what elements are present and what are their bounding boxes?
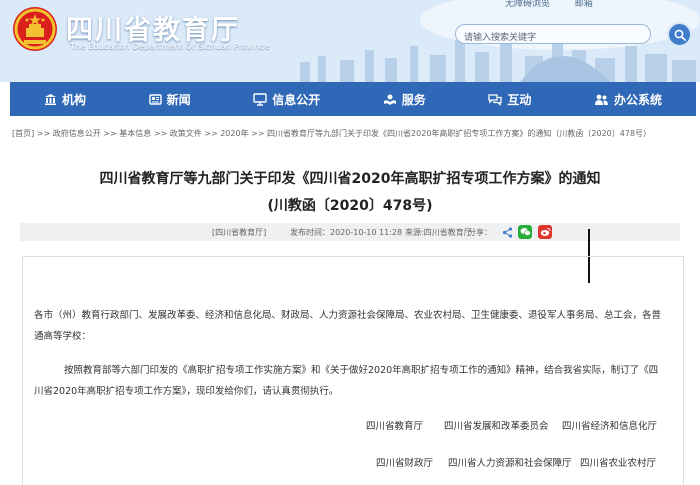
users-icon	[594, 94, 608, 105]
meta-source: [四川省教育厅]	[212, 228, 267, 237]
article-body-paragraph: 按照教育部等六部门印发的《高职扩招专项工作实施方案》和《关于做好2020年高职扩…	[34, 365, 659, 397]
nav-label: 新闻	[166, 92, 191, 107]
chat-icon	[488, 93, 503, 106]
nav-label: 机构	[62, 92, 87, 107]
search-input[interactable]	[456, 29, 650, 47]
mailbox-link[interactable]: 邮箱	[575, 0, 593, 9]
service-icon	[383, 94, 396, 105]
nav-item-news[interactable]: 新闻	[148, 91, 191, 108]
monitor-icon	[253, 92, 267, 106]
nav-item-info-disclosure[interactable]: 信息公开	[253, 91, 320, 108]
main-nav: 机构 新闻 信息公开 服务 互动 办公系统	[10, 82, 696, 116]
nav-label: 互动	[507, 92, 532, 107]
wechat-share-icon[interactable]	[518, 225, 532, 239]
page-title: 四川省教育厅等九部门关于印发《四川省2020年高职扩招专项工作方案》的通知	[99, 171, 601, 187]
nav-label: 服务	[401, 92, 426, 107]
nav-label: 信息公开	[272, 92, 321, 107]
breadcrumb[interactable]: [首页] >> 政府信息公开 >> 基本信息 >> 政策文件 >> 2020年 …	[12, 128, 651, 139]
nav-label: 办公系统	[613, 92, 662, 107]
signatory: 四川省人力资源和社会保障厅	[448, 458, 572, 469]
signatory: 四川省发展和改革委员会	[444, 421, 549, 432]
signatory: 四川省教育厅	[366, 421, 424, 432]
meta-publish-date: 发布时间：2020-10-10 11:28	[290, 228, 403, 237]
accessibility-link[interactable]: 无障碍浏览	[505, 0, 550, 9]
article-addressee: 各市（州）教育行政部门、发展改革委、经济和信息化局、财政局、人力资源社会保障局、…	[34, 310, 662, 342]
signatory: 四川省农业农村厅	[580, 458, 657, 469]
weibo-share-icon[interactable]	[538, 225, 552, 239]
newspaper-icon	[148, 93, 162, 105]
share-icon[interactable]	[500, 225, 514, 239]
search-box	[455, 24, 651, 47]
national-emblem-icon	[13, 7, 57, 51]
site-header: 四川省教育厅 The Education Department Of Sichu…	[0, 0, 700, 82]
signatory: 四川省经济和信息化厅	[562, 421, 658, 432]
meta-share-label: 分享：	[468, 228, 492, 237]
search-button[interactable]	[667, 22, 692, 47]
page-title-doc-number: (川教函〔2020〕478号)	[267, 198, 433, 214]
signatory: 四川省财政厅	[376, 458, 434, 469]
article-meta-bar: [四川省教育厅] 发布时间：2020-10-10 11:28 来源:四川省教育厅…	[20, 223, 680, 241]
building-icon	[45, 93, 56, 105]
search-icon	[674, 29, 686, 41]
nav-item-interaction[interactable]: 互动	[488, 91, 531, 108]
top-links: 无障碍浏览 邮箱	[505, 0, 615, 9]
meta-origin: 来源:四川省教育厅	[405, 228, 472, 237]
site-subtitle: The Education Department Of Sichuan Prov…	[70, 42, 270, 51]
nav-item-institutions[interactable]: 机构	[44, 91, 86, 108]
nav-item-office-system[interactable]: 办公系统	[594, 91, 662, 108]
nav-item-services[interactable]: 服务	[383, 91, 426, 108]
